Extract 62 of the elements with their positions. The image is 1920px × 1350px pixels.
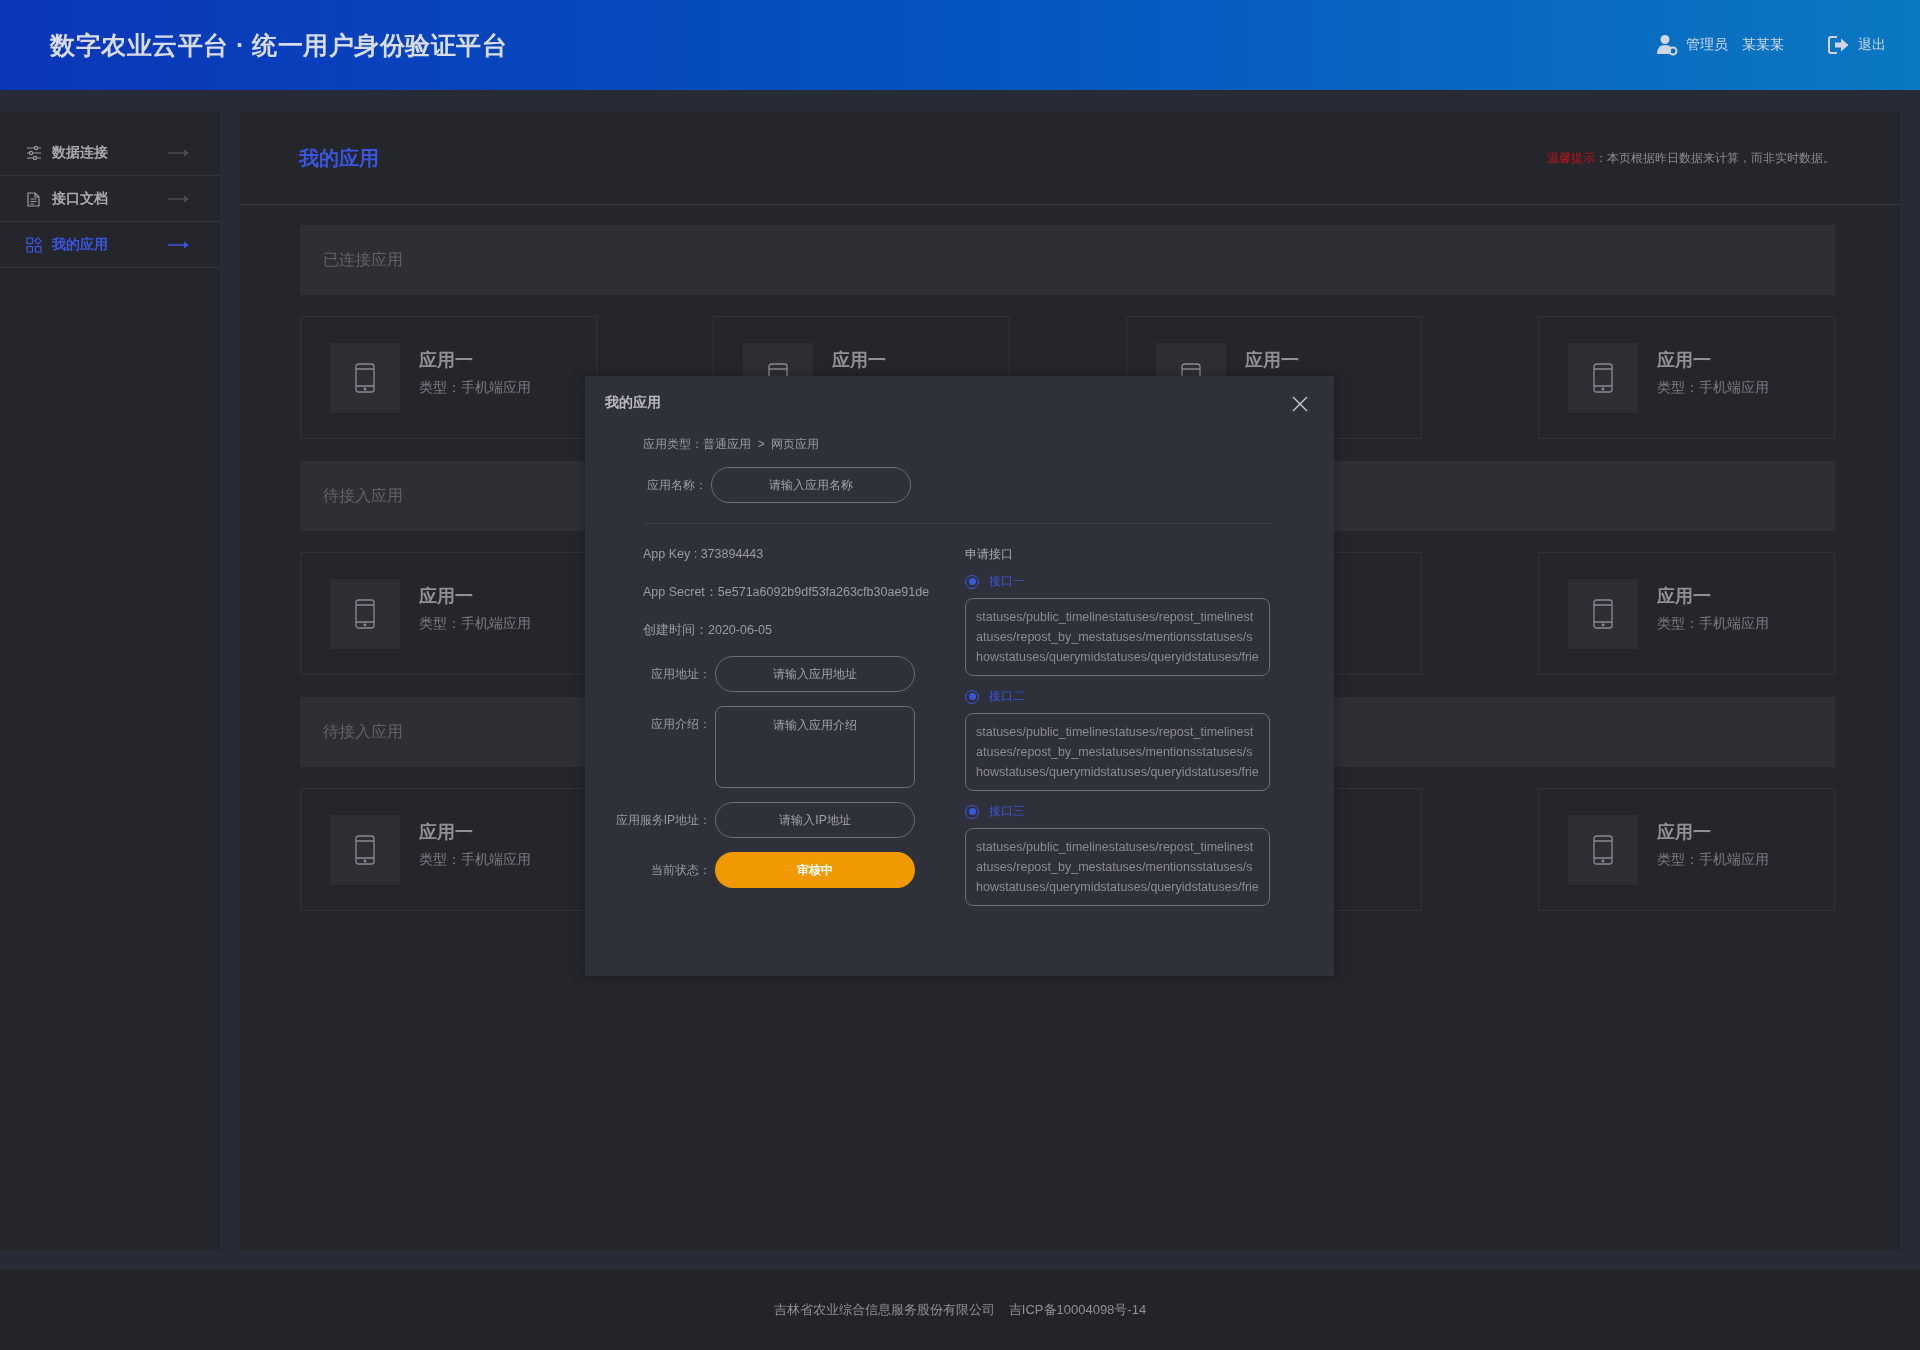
app-name-field[interactable]: 请输入应用名称	[711, 467, 911, 503]
app-name: 应用一	[1244, 351, 1299, 369]
app-card[interactable]: 应用一 类型：手机端应用	[1538, 788, 1835, 911]
sliders-icon	[26, 144, 42, 161]
phone-icon	[330, 343, 400, 413]
app-name: 应用一	[419, 351, 474, 369]
sidebar-item[interactable]: 数据连接	[0, 130, 220, 176]
dialog-title: 我的应用	[605, 394, 661, 412]
arrow-icon	[168, 239, 190, 250]
app-type: 类型：手机端应用	[419, 851, 531, 869]
phone-icon	[1568, 343, 1639, 413]
phone-icon	[330, 579, 400, 649]
sidebar-item[interactable]: 接口文档	[0, 176, 220, 222]
field-label: 应用服务IP地址：	[614, 811, 712, 829]
input-field[interactable]: 请输入应用地址	[715, 656, 915, 692]
logout-icon	[1828, 35, 1850, 55]
site-title: 数字农业云平台 · 统一用户身份验证平台	[50, 29, 508, 61]
interface-path-text: statuses/public_timelinestatuses/repost_timelinestatuses/repost_by_mestatuses/mentionsstatuses/showstatuses/querymidstatuses/queryidstatuses/frie	[965, 828, 1270, 906]
phone-icon	[1568, 815, 1639, 885]
user-role: 管理员	[1686, 36, 1728, 54]
app-type: 类型：手机端应用	[419, 615, 531, 633]
status-pill: 审核中	[715, 852, 915, 888]
field-label: 当前状态：	[650, 861, 712, 879]
sidebar-item[interactable]: 我的应用	[0, 222, 220, 268]
info-text: App Secret：5e571a6092b9df53fa263cfb30ae91de	[642, 584, 931, 601]
app-type: 类型：手机端应用	[1657, 379, 1770, 397]
phone-icon	[1568, 579, 1639, 649]
arrow-icon	[168, 147, 190, 158]
document-icon	[26, 190, 42, 207]
app-card[interactable]: 应用一 类型：手机端应用	[1538, 552, 1835, 675]
input-field[interactable]: 请输入IP地址	[715, 802, 915, 838]
app-type: 类型：手机端应用	[1657, 615, 1770, 633]
app-name: 应用一	[1657, 587, 1713, 605]
app-name: 应用一	[1657, 823, 1713, 841]
apps-icon	[26, 236, 42, 253]
phone-icon	[330, 815, 400, 885]
close-icon[interactable]	[1292, 396, 1308, 412]
info-text: App Key : 373894443	[642, 546, 765, 563]
app-card[interactable]: 应用一 类型：手机端应用	[1538, 316, 1835, 439]
user-name: 某某某	[1742, 36, 1784, 54]
page-title: 我的应用	[299, 145, 379, 171]
app-name: 应用一	[1657, 351, 1713, 369]
app-card[interactable]: 应用一 类型：手机端应用	[300, 316, 597, 439]
notice-text: 温馨提示：本页根据昨日数据来计算，而非实时数据。	[1547, 149, 1835, 167]
info-text: 创建时间：2020-06-05	[642, 622, 773, 639]
field-label: 应用名称：	[646, 476, 708, 494]
field-label: 应用地址：	[650, 665, 712, 683]
logout-link[interactable]: 退出	[1828, 35, 1886, 55]
description-field[interactable]: 请输入应用介绍	[715, 706, 915, 788]
arrow-icon	[168, 193, 190, 204]
app-name: 应用一	[831, 351, 886, 369]
app-type: 类型：手机端应用	[1657, 851, 1770, 869]
icp-number: 吉ICP备10004098号-14	[1008, 1301, 1147, 1319]
interface-path-text: statuses/public_timelinestatuses/repost_timelinestatuses/repost_by_mestatuses/mentionsstatuses/showstatuses/querymidstatuses/queryidstatuses/frie	[965, 598, 1270, 676]
app-name: 应用一	[419, 587, 474, 605]
app-type: 类型：手机端应用	[419, 379, 531, 397]
field-label: 应用介绍：	[650, 716, 712, 733]
app-type-path: 应用类型：普通应用 > 网页应用	[643, 436, 821, 453]
section-label: 申请接口	[965, 546, 1014, 563]
company-name: 吉林省农业综合信息服务股份有限公司	[773, 1301, 995, 1319]
app-name: 应用一	[419, 823, 474, 841]
interface-path-text: statuses/public_timelinestatuses/repost_timelinestatuses/repost_by_mestatuses/mentionsstatuses/showstatuses/querymidstatuses/queryidstatuses/frie	[965, 713, 1270, 791]
